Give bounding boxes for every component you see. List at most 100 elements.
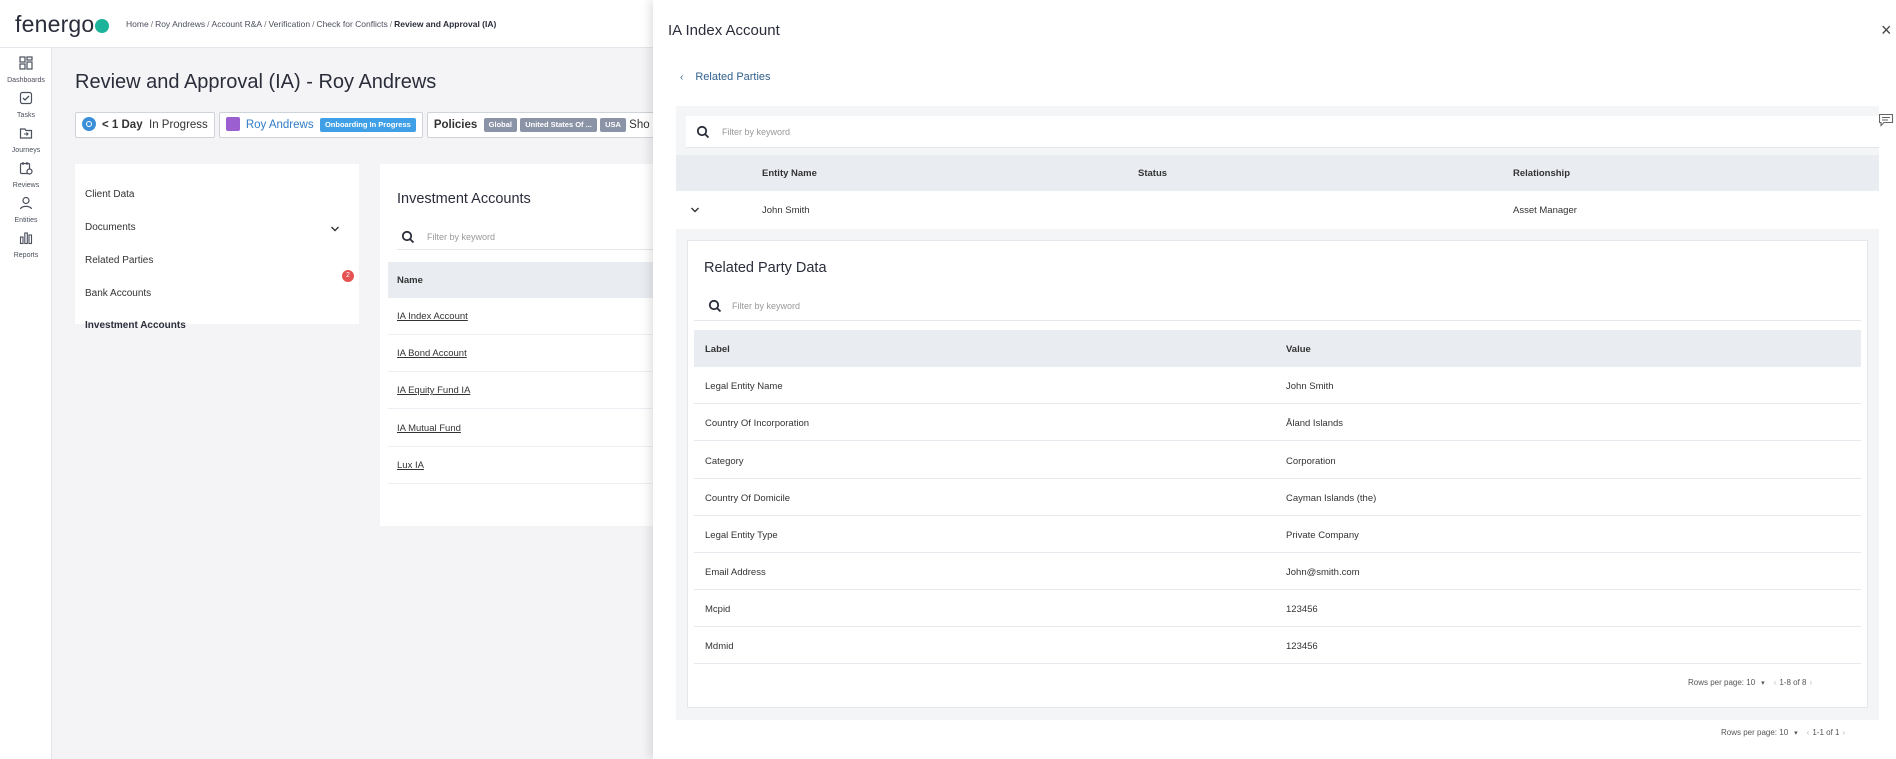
- chevron-down-icon[interactable]: [330, 225, 340, 233]
- breadcrumb-current: Review and Approval (IA): [394, 19, 497, 29]
- related-parties-section: Filter by keyword Entity Name Status Rel…: [676, 106, 1879, 737]
- menu-item-client-data[interactable]: Client Data: [85, 189, 134, 200]
- investment-filter[interactable]: Filter by keyword: [397, 226, 667, 250]
- filter-placeholder: Filter by keyword: [427, 232, 496, 242]
- entities-icon: [19, 196, 33, 210]
- relationship-cell: Asset Manager: [1513, 205, 1577, 216]
- label-cell: Mcpid: [705, 604, 731, 615]
- search-icon: [708, 299, 722, 313]
- chevron-down-icon[interactable]: [690, 206, 700, 214]
- close-icon[interactable]: ×: [1881, 20, 1892, 41]
- data-table-header: Label Value: [694, 330, 1861, 367]
- column-label[interactable]: Label: [705, 344, 730, 355]
- label-cell: Mdmid: [705, 641, 734, 652]
- reports-icon: [19, 232, 33, 245]
- clock-icon: [82, 117, 96, 131]
- table-row: Mcpid 123456: [694, 590, 1861, 627]
- nav-label: Journeys: [11, 147, 41, 154]
- breadcrumb-item-home[interactable]: Home: [126, 19, 149, 29]
- column-entity-name[interactable]: Entity Name: [762, 168, 817, 179]
- chevron-left-icon: ‹: [680, 72, 684, 83]
- column-relationship[interactable]: Relationship: [1513, 168, 1570, 179]
- policy-tag: Global: [483, 118, 518, 132]
- back-label: Related Parties: [695, 71, 771, 83]
- rows-per-page-select[interactable]: Rows per page: 10: [1721, 728, 1788, 737]
- reviews-icon: [19, 162, 33, 175]
- table-row: Country Of Domicile Cayman Islands (the): [694, 479, 1861, 516]
- previous-page-icon[interactable]: ‹: [1774, 678, 1777, 687]
- nav-label: Tasks: [17, 112, 35, 119]
- time-chip[interactable]: < 1 Day In Progress: [75, 112, 215, 138]
- menu-item-documents[interactable]: Documents: [85, 222, 136, 233]
- entity-status-tag: Onboarding In Progress: [319, 118, 416, 132]
- menu-item-related-parties[interactable]: Related Parties: [85, 255, 153, 266]
- nav-item-reviews[interactable]: Reviews: [0, 161, 52, 189]
- inner-pagination: Rows per page: 10 ▾ ‹ 1-8 of 8 ›: [1688, 678, 1815, 687]
- logo-dot-icon: [95, 19, 110, 33]
- section-menu: Client Data Documents Related Parties Ba…: [75, 164, 359, 331]
- investment-accounts-card: Investment Accounts Filter by keyword Na…: [380, 164, 670, 526]
- nav-item-tasks[interactable]: Tasks: [0, 91, 52, 119]
- panel-title: IA Index Account: [668, 22, 780, 39]
- menu-item-bank-accounts[interactable]: Bank Accounts: [85, 288, 151, 299]
- menu-item-investment-accounts[interactable]: Investment Accounts: [85, 320, 186, 331]
- account-link[interactable]: Lux IA: [397, 460, 424, 471]
- column-value[interactable]: Value: [1286, 344, 1311, 355]
- table-row: IA Mutual Fund: [388, 410, 670, 447]
- outer-pagination: Rows per page: 10 ▾ ‹ 1-1 of 1 ›: [1721, 728, 1848, 737]
- next-page-icon[interactable]: ›: [1842, 728, 1845, 737]
- nav-item-reports[interactable]: Reports: [0, 231, 52, 259]
- nav-item-dashboards[interactable]: Dashboards: [0, 56, 52, 84]
- time-value: < 1 Day: [102, 119, 143, 131]
- entity-chip[interactable]: Roy Andrews Onboarding In Progress: [218, 112, 423, 138]
- account-detail-panel: IA Index Account × ‹ Related Parties Filt…: [653, 0, 1896, 759]
- value-cell: 123456: [1286, 641, 1318, 652]
- entity-avatar-icon: [225, 117, 240, 131]
- related-parties-header: Entity Name Status Relationship: [676, 155, 1879, 191]
- value-cell: John Smith: [1286, 381, 1334, 392]
- related-party-data-card: Related Party Data Filter by keyword Lab…: [687, 240, 1868, 708]
- column-status[interactable]: Status: [1138, 168, 1167, 179]
- account-link[interactable]: IA Equity Fund IA: [397, 385, 470, 396]
- label-cell: Country Of Domicile: [705, 493, 790, 504]
- case-info-chips: < 1 Day In Progress Roy Andrews Onboardi…: [75, 112, 661, 138]
- table-row: Mdmid 123456: [694, 627, 1861, 664]
- comment-icon[interactable]: [1878, 113, 1894, 127]
- column-name[interactable]: Name: [397, 275, 423, 286]
- previous-page-icon[interactable]: ‹: [1807, 728, 1810, 737]
- nav-item-entities[interactable]: Entities: [0, 196, 52, 224]
- show-more-link[interactable]: Sho: [629, 119, 649, 131]
- label-cell: Legal Entity Type: [705, 530, 778, 541]
- value-cell: John@smith.com: [1286, 567, 1360, 578]
- label-cell: Country Of Incorporation: [705, 418, 810, 429]
- value-cell: Corporation: [1286, 456, 1336, 467]
- investment-accounts-title: Investment Accounts: [397, 191, 531, 207]
- policy-tag: USA: [600, 118, 626, 132]
- entity-name-cell: John Smith: [762, 205, 810, 216]
- bank-accounts-badge: 2: [342, 270, 354, 282]
- breadcrumb-item-step[interactable]: Check for Conflicts: [316, 19, 387, 29]
- value-cell: 123456: [1286, 604, 1318, 615]
- breadcrumb-item-stage[interactable]: Verification: [268, 19, 310, 29]
- policy-tag: United States Of ...: [520, 118, 597, 132]
- account-link[interactable]: IA Index Account: [397, 311, 468, 322]
- next-page-icon[interactable]: ›: [1809, 678, 1812, 687]
- breadcrumb-item-entity[interactable]: Roy Andrews: [155, 19, 205, 29]
- rows-per-page-select[interactable]: Rows per page: 10: [1688, 678, 1755, 687]
- dropdown-arrow-icon[interactable]: ▾: [1761, 680, 1765, 687]
- related-parties-filter[interactable]: Filter by keyword: [686, 116, 1879, 148]
- related-party-data-filter[interactable]: Filter by keyword: [694, 291, 1861, 321]
- label-cell: Legal Entity Name: [705, 381, 783, 392]
- nav-item-journeys[interactable]: Journeys: [0, 126, 52, 154]
- dropdown-arrow-icon[interactable]: ▾: [1794, 730, 1798, 737]
- account-link[interactable]: IA Mutual Fund: [397, 423, 461, 434]
- breadcrumb-item-journey[interactable]: Account R&A: [212, 19, 263, 29]
- value-cell: Private Company: [1286, 530, 1359, 541]
- policies-chip[interactable]: Policies Global United States Of ... USA…: [426, 112, 657, 138]
- nav-label: Entities: [14, 217, 38, 224]
- back-to-related-parties[interactable]: ‹ Related Parties: [680, 71, 771, 83]
- related-party-row[interactable]: John Smith Asset Manager: [676, 191, 1879, 229]
- account-link[interactable]: IA Bond Account: [397, 348, 467, 359]
- investment-table-header: Name: [388, 262, 670, 298]
- fenergo-logo[interactable]: fenergo: [15, 11, 110, 38]
